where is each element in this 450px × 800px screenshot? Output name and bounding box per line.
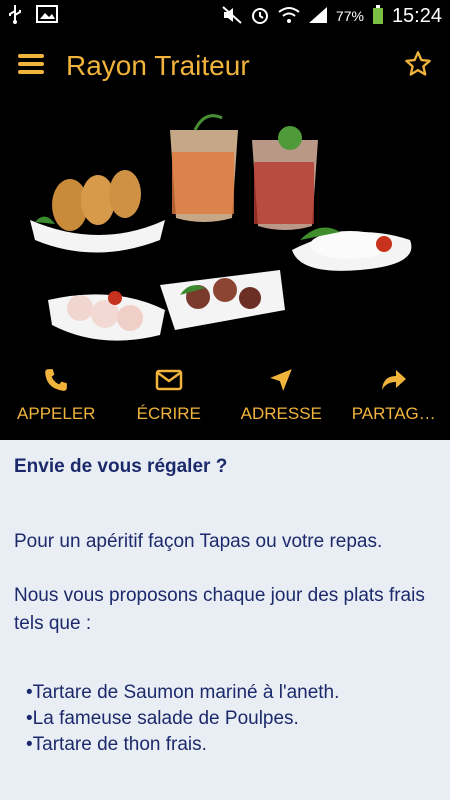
- signal-icon: [308, 6, 328, 27]
- description-panel: Envie de vous régaler ? Pour un apéritif…: [0, 440, 450, 800]
- address-label: ADRESSE: [240, 404, 322, 423]
- share-icon: [338, 360, 450, 400]
- list-item: •Tartare de thon frais.: [26, 734, 207, 755]
- clock: 15:24: [391, 4, 442, 27]
- glass-tartare-salmon: [170, 114, 238, 222]
- status-bar: 77% 15:24: [0, 0, 450, 32]
- list-item: •La fameuse salade de Poulpes.: [26, 708, 299, 729]
- share-button[interactable]: PARTAG…: [338, 360, 450, 424]
- alarm-icon: [250, 5, 270, 28]
- app-bar: Rayon Traiteur: [0, 32, 450, 100]
- dish-white-cheese: [292, 227, 412, 271]
- battery-icon: [372, 4, 384, 28]
- wifi-icon: [278, 6, 300, 27]
- navigation-arrow-icon: [225, 360, 337, 400]
- content-paragraph: Pour un apéritif façon Tapas ou votre re…: [14, 531, 383, 552]
- page-title: Rayon Traiteur: [66, 50, 250, 81]
- gallery-icon: [36, 4, 58, 28]
- dish-fried-shrimp: [30, 170, 165, 253]
- write-label: ÉCRIRE: [136, 404, 201, 423]
- dish-scallops: [48, 291, 165, 341]
- content-headline: Envie de vous régaler ?: [14, 456, 228, 477]
- envelope-icon: [113, 360, 225, 400]
- call-button[interactable]: APPELER: [0, 360, 112, 424]
- battery-percent: 77%: [335, 8, 364, 24]
- mute-icon: [222, 5, 242, 27]
- address-button[interactable]: ADRESSE: [225, 360, 337, 424]
- action-bar: APPELER ÉCRIRE ADRESSE PARTAG…: [0, 360, 450, 440]
- write-button[interactable]: ÉCRIRE: [113, 360, 225, 424]
- list-item: •Tartare de Saumon mariné à l'aneth.: [26, 682, 340, 703]
- usb-icon: [8, 4, 22, 29]
- dish-list: •Tartare de Saumon mariné à l'aneth. •La…: [14, 680, 436, 758]
- hamburger-icon[interactable]: [18, 53, 44, 80]
- content-paragraph: Nous vous proposons chaque jour des plat…: [14, 585, 425, 634]
- star-icon[interactable]: [404, 50, 432, 83]
- hero-image: [0, 100, 450, 360]
- phone-icon: [0, 360, 112, 400]
- glass-tartare-tuna: [252, 126, 318, 230]
- share-label: PARTAG…: [351, 404, 436, 423]
- call-label: APPELER: [17, 404, 96, 423]
- dish-octopus-salad: [160, 270, 285, 330]
